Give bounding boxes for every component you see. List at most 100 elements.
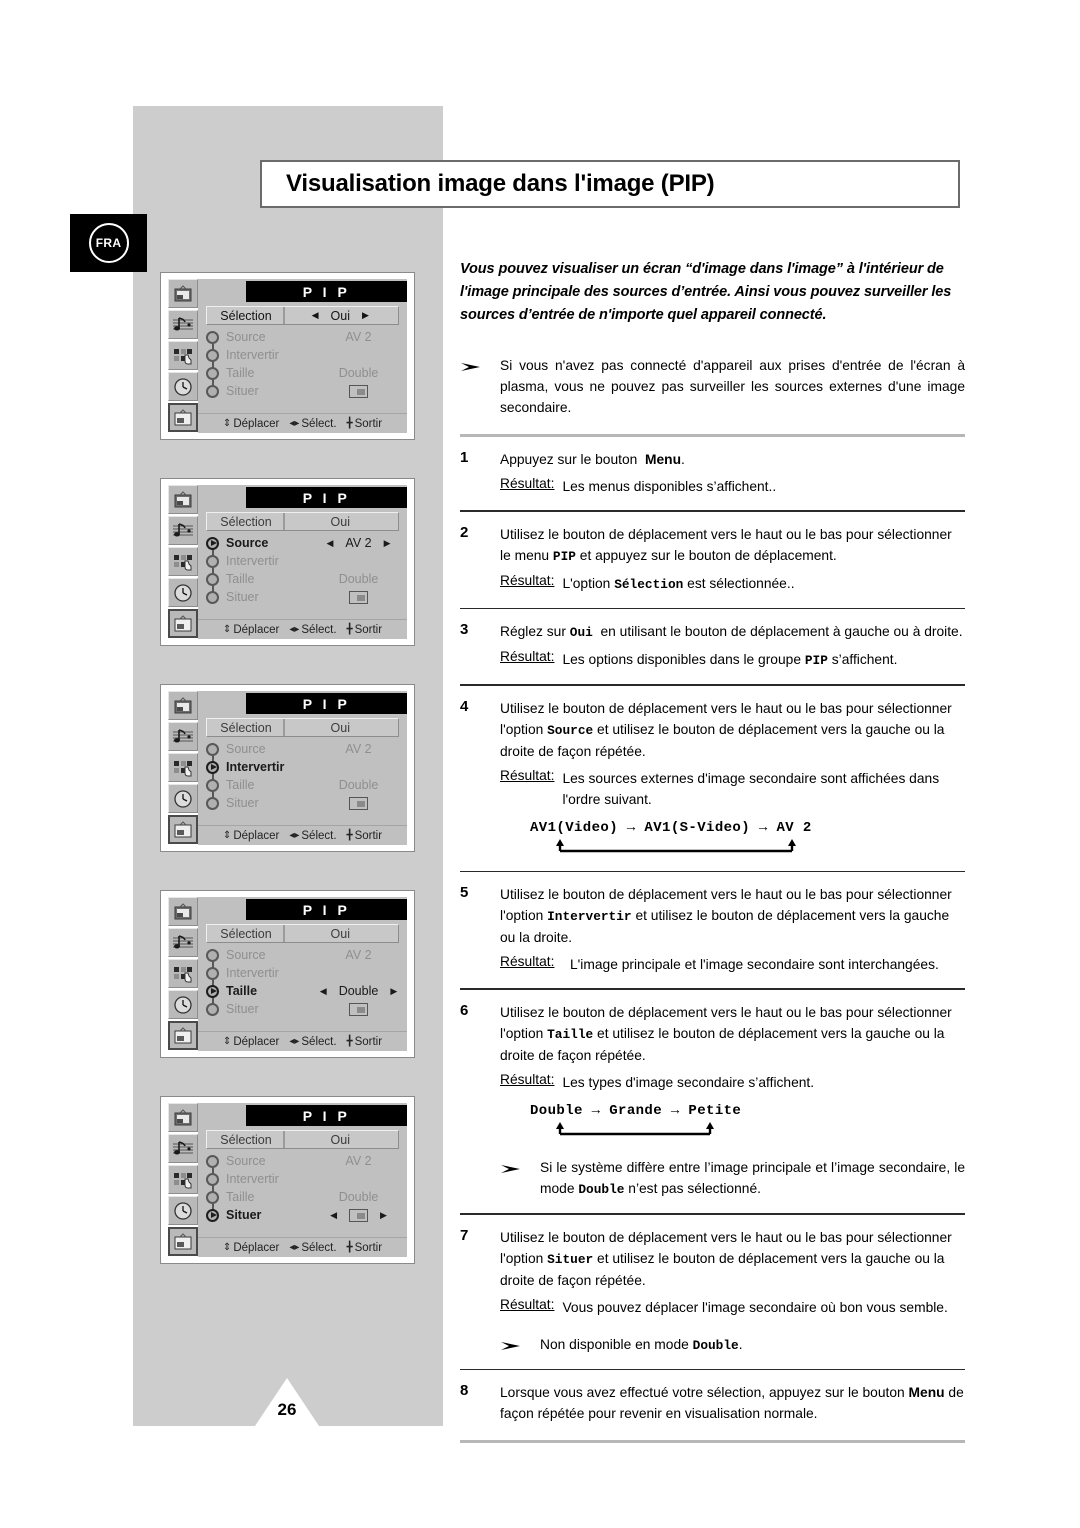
osd-selection-label: Sélection	[220, 720, 272, 735]
divider-thin	[460, 1368, 965, 1371]
menu-bars-icon: ╋	[346, 1036, 353, 1047]
footer-deplacer: ⇕ Déplacer	[223, 418, 279, 430]
right-arrow-icon[interactable]: ▶	[362, 311, 369, 320]
menu-bars-icon: ╋	[346, 1242, 353, 1253]
language-badge-label: FRA	[88, 223, 129, 263]
footer-deplacer: ⇕ Déplacer	[223, 1036, 279, 1048]
bullet-icon	[206, 742, 219, 756]
osd-row-source[interactable]: Source ◀ AV 2 ▶	[206, 740, 399, 767]
osd-row-source[interactable]: Source ◀ AV 2 ▶	[206, 534, 399, 561]
tv-picture-icon	[168, 485, 198, 514]
updown-arrows-icon: ⇕	[222, 830, 232, 841]
osd-row-situer[interactable]: Situer ◀ ▶	[206, 794, 399, 812]
footer-label: Déplacer	[233, 1035, 280, 1048]
footer-label: Sélect.	[301, 1241, 337, 1254]
osd-row-source[interactable]: Source ◀ AV 2 ▶	[206, 328, 399, 355]
pip-screen-icon	[168, 815, 198, 844]
selection-ref: Sélection	[614, 576, 684, 592]
footer-label: Sélect.	[301, 623, 337, 636]
osd-option-value: Double	[338, 366, 379, 380]
bullet-icon	[206, 778, 219, 792]
osd-row-intervertir[interactable]: Intervertir	[206, 964, 399, 991]
step-8: 8 Lorsque vous avez effectué votre sélec…	[460, 1382, 965, 1424]
osd-row-selection[interactable]: Sélection ◀ Oui ▶	[206, 924, 399, 943]
result-label: Résultat:	[500, 649, 555, 665]
osd-row-source[interactable]: Source ◀ AV 2 ▶	[206, 1152, 399, 1179]
osd-option-value: Double	[338, 984, 379, 998]
osd-row-situer[interactable]: Situer ◀ ▶	[206, 1206, 399, 1224]
osd-row-intervertir[interactable]: Intervertir	[206, 552, 399, 579]
source-sequence-diagram: AV1(Video) → AV1(S-Video) → AV 2	[500, 820, 965, 858]
music-note-icon	[168, 1134, 198, 1163]
footer-select: ◂▸ Sélect.	[289, 830, 336, 842]
top-note: Si vous n'avez pas connecté d'appareil a…	[460, 355, 965, 418]
step-number: 4	[460, 697, 469, 715]
osd-screenshot-1: P I P Sélection ◀ Oui ▶ Source ◀ AV 2 ▶	[160, 272, 415, 440]
step-result: Résultat: L'option Sélection est sélecti…	[500, 573, 965, 595]
osd-row-taille[interactable]: Taille ◀ Double ▶	[206, 1188, 399, 1215]
osd-option-label: Intervertir	[226, 1172, 279, 1186]
osd-row-selection[interactable]: Sélection ◀ Oui ▶	[206, 512, 399, 531]
updown-arrows-icon: ⇕	[222, 1036, 232, 1047]
osd-row-selection[interactable]: Sélection ◀ Oui ▶	[206, 306, 399, 325]
osd-row-intervertir[interactable]: Intervertir	[206, 1170, 399, 1197]
osd-selection-value: Oui	[330, 514, 350, 529]
osd-option-value-wrap: ◀ AV 2 ▶	[318, 948, 399, 962]
intervertir-ref: Intervertir	[547, 909, 632, 925]
osd-selection-label: Sélection	[220, 514, 272, 529]
result-text: Les options disponibles dans le groupe P…	[562, 652, 898, 669]
osd-screenshot-2: P I P Sélection ◀ Oui ▶ Source ◀ AV 2 ▶	[160, 478, 415, 646]
clock-icon	[168, 578, 198, 607]
osd-row-taille[interactable]: Taille ◀ Double ▶	[206, 982, 399, 1009]
music-note-icon	[168, 928, 198, 957]
osd-option-value: AV 2	[345, 1154, 372, 1168]
position-icon	[349, 590, 368, 604]
footer-label: Déplacer	[233, 829, 280, 842]
double-ref: Double	[692, 1337, 739, 1353]
leftright-arrows-icon: ◂▸	[289, 1036, 300, 1047]
divider-thin	[460, 510, 965, 512]
bullet-icon	[206, 1154, 219, 1168]
osd-row-taille[interactable]: Taille ◀ Double ▶	[206, 776, 399, 803]
osd-selection-value-wrap: ◀ Oui ▶	[285, 515, 397, 529]
osd-row-selection[interactable]: Sélection ◀ Oui ▶	[206, 1130, 399, 1149]
left-arrow-icon[interactable]: ◀	[320, 986, 327, 996]
result-label: Résultat:	[500, 1071, 555, 1087]
leftright-arrows-icon: ◂▸	[289, 418, 300, 429]
clock-icon	[168, 372, 198, 401]
osd-row-situer[interactable]: Situer ◀ ▶	[206, 1000, 399, 1018]
osd-option-value-wrap: ◀ Double ▶	[318, 366, 399, 380]
osd-row-intervertir[interactable]: Intervertir	[206, 346, 399, 373]
step-6: 6 Utilisez le bouton de déplacement vers…	[460, 1002, 965, 1200]
step-number: 6	[460, 1001, 469, 1019]
osd-row-selection[interactable]: Sélection ◀ Oui ▶	[206, 718, 399, 737]
osd-row-situer[interactable]: Situer ◀ ▶	[206, 588, 399, 606]
osd-row-source[interactable]: Source ◀ AV 2 ▶	[206, 946, 399, 973]
tv-picture-icon	[168, 691, 198, 720]
pip-screen-icon	[168, 609, 198, 638]
bullet-icon-selected	[206, 760, 219, 774]
osd-row-situer[interactable]: Situer ◀ ▶	[206, 382, 399, 400]
position-icon	[349, 384, 368, 398]
osd-option-label: Intervertir	[226, 348, 279, 362]
pip-screen-icon	[168, 403, 198, 432]
bullet-icon	[206, 330, 219, 344]
right-arrow-icon[interactable]: ▶	[390, 986, 397, 996]
bullet-icon-selected	[206, 984, 219, 998]
right-arrow-icon[interactable]: ▶	[384, 538, 391, 548]
osd-option-value-wrap: ◀ ▶	[318, 590, 399, 604]
osd-option-value-wrap: ◀ AV 2 ▶	[318, 742, 399, 756]
osd-row-taille[interactable]: Taille ◀ Double ▶	[206, 364, 399, 391]
osd-option-label: Intervertir	[226, 554, 279, 568]
right-arrow-icon[interactable]: ▶	[380, 1210, 387, 1220]
bullet-icon	[206, 590, 219, 604]
left-arrow-icon[interactable]: ◀	[330, 1210, 337, 1220]
divider-thin	[460, 684, 965, 686]
left-arrow-icon[interactable]: ◀	[312, 311, 319, 320]
menu-bars-icon: ╋	[346, 624, 353, 635]
osd-row-intervertir[interactable]: Intervertir	[206, 758, 399, 785]
footer-label: Déplacer	[233, 417, 280, 430]
left-arrow-icon[interactable]: ◀	[326, 538, 333, 548]
step-text: Utilisez le bouton de déplacement vers l…	[500, 887, 952, 946]
osd-row-taille[interactable]: Taille ◀ Double ▶	[206, 570, 399, 597]
